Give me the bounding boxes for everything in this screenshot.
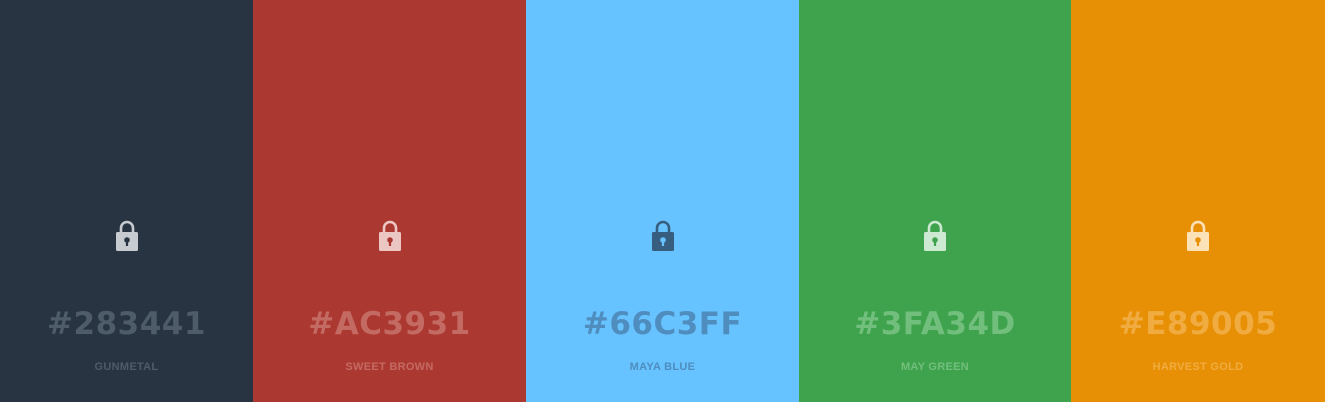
lock-icon-graphic (651, 220, 674, 251)
color-name: HARVEST GOLD (1152, 361, 1244, 373)
color-name: MAYA BLUE (629, 361, 696, 373)
swatch-sweet-brown[interactable]: #AC3931 SWEET BROWN (253, 0, 526, 402)
swatch-gunmetal[interactable]: #283441 GUNMETAL (0, 0, 253, 402)
swatch-maya-blue[interactable]: #66C3FF MAYA BLUE (526, 0, 799, 402)
lock-icon-graphic (378, 220, 401, 251)
lock-icon[interactable] (1185, 219, 1211, 253)
hex-code[interactable]: #E89005 (1071, 305, 1325, 343)
hex-code[interactable]: #283441 (0, 305, 253, 343)
lock-icon-graphic (924, 220, 946, 251)
swatch-harvest-gold[interactable]: #E89005 HARVEST GOLD (1071, 0, 1325, 402)
color-name: SWEET BROWN (345, 361, 434, 373)
lock-icon-graphic (1187, 220, 1209, 251)
hex-code[interactable]: #66C3FF (526, 305, 799, 343)
hex-code[interactable]: #3FA34D (799, 305, 1071, 343)
lock-icon-graphic (115, 220, 138, 251)
hex-code[interactable]: #AC3931 (253, 305, 526, 343)
lock-icon[interactable] (377, 219, 403, 253)
color-palette: #283441 GUNMETAL #AC3931 SWEET BROWN #66… (0, 0, 1325, 402)
lock-icon[interactable] (114, 219, 140, 253)
lock-icon[interactable] (650, 219, 676, 253)
swatch-may-green[interactable]: #3FA34D MAY GREEN (799, 0, 1071, 402)
color-name: GUNMETAL (94, 361, 159, 373)
lock-icon[interactable] (922, 219, 948, 253)
color-name: MAY GREEN (900, 361, 970, 373)
